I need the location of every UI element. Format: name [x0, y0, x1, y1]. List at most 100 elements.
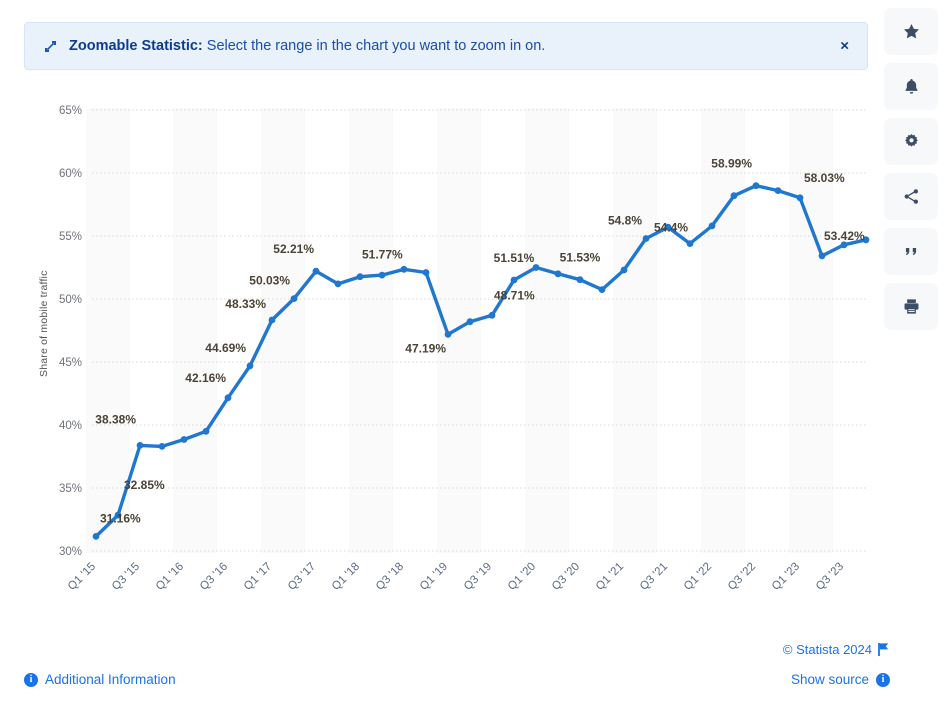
x-axis-tick: Q3 '16 — [198, 561, 230, 593]
data-point[interactable] — [709, 223, 716, 230]
x-axis-tick: Q3 '21 — [638, 561, 670, 593]
data-point[interactable] — [753, 182, 760, 189]
x-axis-tick: Q3 '18 — [374, 561, 406, 593]
close-icon[interactable]: × — [836, 35, 853, 58]
y-axis-tick: 45% — [59, 357, 82, 369]
y-axis-tick: 65% — [59, 105, 82, 117]
data-point[interactable] — [445, 331, 452, 338]
data-point[interactable] — [687, 240, 694, 247]
data-label: 38.38% — [95, 412, 136, 426]
data-label: 48.33% — [225, 297, 266, 311]
x-axis-tick: Q1 '16 — [154, 561, 186, 593]
citation-quote-icon[interactable] — [884, 228, 938, 275]
line-chart[interactable]: 30% 35% 40% 45% 50% 55% 60% 65% Q1 '15 Q3 '15 Q1 '… — [0, 92, 880, 612]
x-axis-tick: Q3 '15 — [110, 561, 142, 593]
data-point[interactable] — [181, 436, 188, 443]
data-label: 44.69% — [205, 341, 246, 355]
banner-rest-text: Select the range in the chart you want t… — [203, 38, 546, 54]
data-label: 32.85% — [124, 478, 165, 492]
additional-information-label: Additional Information — [45, 672, 176, 687]
flag-icon[interactable] — [877, 642, 890, 662]
data-point[interactable] — [643, 235, 650, 242]
data-point[interactable] — [599, 286, 606, 293]
x-axis-tick: Q1 '19 — [418, 561, 450, 593]
x-axis-tick: Q1 '21 — [594, 561, 626, 593]
data-point[interactable] — [159, 443, 166, 450]
data-point[interactable] — [313, 268, 320, 275]
data-label: 54.4% — [654, 221, 688, 235]
data-point[interactable] — [203, 428, 210, 435]
show-source-label: Show source — [791, 672, 869, 687]
data-label: 58.03% — [804, 171, 845, 185]
data-point[interactable] — [357, 273, 364, 280]
data-point[interactable] — [247, 363, 254, 370]
x-axis-tick: Q3 '19 — [462, 561, 494, 593]
print-icon[interactable] — [884, 283, 938, 330]
data-point[interactable] — [269, 317, 276, 324]
share-icon[interactable] — [884, 173, 938, 220]
data-label: 48.71% — [494, 288, 535, 302]
additional-information-link[interactable]: i Additional Information — [24, 672, 176, 687]
data-label: 51.77% — [362, 248, 403, 262]
x-axis-tick: Q3 '23 — [814, 561, 846, 593]
data-point[interactable] — [225, 394, 232, 401]
data-label: 51.51% — [494, 251, 535, 265]
data-point[interactable] — [533, 264, 540, 271]
data-label: 58.99% — [711, 157, 752, 171]
y-axis-tick: 50% — [59, 294, 82, 306]
x-axis-tick: Q1 '22 — [682, 561, 714, 593]
banner-bold-label: Zoomable Statistic: — [69, 38, 203, 54]
x-axis-tick: Q1 '17 — [242, 561, 274, 593]
x-axis-tick: Q3 '20 — [550, 561, 582, 593]
data-point[interactable] — [489, 312, 496, 319]
chart-footer: © Statista 2024 i Additional Information… — [0, 632, 946, 708]
data-label: 47.19% — [405, 341, 446, 355]
info-icon: i — [876, 673, 890, 687]
data-label: 50.03% — [249, 274, 290, 288]
x-axis-tick: Q3 '17 — [286, 561, 318, 593]
data-point[interactable] — [423, 269, 430, 276]
data-label: 54.8% — [608, 214, 642, 228]
banner-message: Zoomable Statistic: Select the range in … — [69, 38, 545, 54]
data-label: 31.16% — [100, 511, 141, 525]
data-point[interactable] — [379, 272, 386, 279]
y-axis-tick: 60% — [59, 168, 82, 180]
y-axis-tick: 35% — [59, 483, 82, 495]
info-icon: i — [24, 673, 38, 687]
data-point[interactable] — [137, 442, 144, 449]
x-axis-tick: Q3 '22 — [726, 561, 758, 593]
chart-container[interactable]: Share of mobile traffic 30%35%40%45%50%5… — [0, 92, 880, 612]
x-axis-tick: Q1 '23 — [770, 561, 802, 593]
favorite-star-icon[interactable] — [884, 8, 938, 55]
data-point[interactable] — [775, 187, 782, 194]
notification-bell-icon[interactable] — [884, 63, 938, 110]
zoomable-statistic-banner: Zoomable Statistic: Select the range in … — [24, 22, 868, 70]
data-label: 42.16% — [185, 371, 226, 385]
action-rail — [884, 8, 938, 338]
x-axis-tick: Q1 '20 — [506, 561, 538, 593]
data-point[interactable] — [93, 533, 100, 540]
y-axis-tick: 40% — [59, 420, 82, 432]
data-point[interactable] — [555, 270, 562, 277]
data-point[interactable] — [731, 192, 738, 199]
data-point[interactable] — [401, 266, 408, 273]
data-point[interactable] — [335, 281, 342, 288]
show-source-link[interactable]: Show source i — [791, 672, 890, 687]
data-label: 52.21% — [273, 242, 314, 256]
settings-gear-icon[interactable] — [884, 118, 938, 165]
data-point[interactable] — [291, 295, 298, 302]
data-point[interactable] — [577, 276, 584, 283]
data-point[interactable] — [467, 318, 474, 325]
data-point[interactable] — [511, 277, 518, 284]
copyright-label: © Statista 2024 — [783, 642, 872, 657]
x-axis-tick: Q1 '15 — [66, 561, 98, 593]
x-axis-tick: Q1 '18 — [330, 561, 362, 593]
data-point[interactable] — [797, 194, 804, 201]
y-axis-tick: 55% — [59, 231, 82, 243]
data-label: 53.42% — [824, 229, 865, 243]
expand-diagonal-icon — [39, 35, 61, 57]
y-axis-tick: 30% — [59, 546, 82, 558]
data-label: 51.53% — [560, 251, 601, 265]
data-point[interactable] — [621, 267, 628, 274]
data-point[interactable] — [819, 253, 826, 260]
